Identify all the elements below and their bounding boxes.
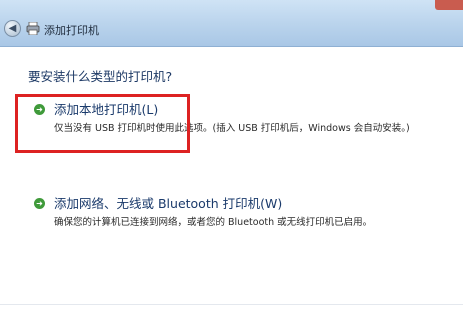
- bottom-divider: [0, 304, 463, 305]
- page-question: 要安装什么类型的打印机?: [28, 69, 173, 84]
- red-highlight-box: [15, 94, 190, 153]
- add-network-printer-option[interactable]: ➜ 添加网络、无线或 Bluetooth 打印机(W) 确保您的计算机已连接到网…: [20, 193, 440, 228]
- window-title: 添加打印机: [44, 24, 99, 37]
- back-arrow-icon[interactable]: ◀: [4, 20, 21, 37]
- window-titlebar: ◀ 添加打印机: [0, 0, 463, 47]
- green-arrow-icon: ➜: [34, 198, 45, 209]
- option-title[interactable]: 添加网络、无线或 Bluetooth 打印机(W): [54, 193, 282, 212]
- option-description: 确保您的计算机已连接到网络，或者您的 Bluetooth 或无线打印机已启用。: [54, 217, 373, 228]
- printer-icon: [26, 22, 40, 35]
- close-button-corner[interactable]: [435, 0, 463, 10]
